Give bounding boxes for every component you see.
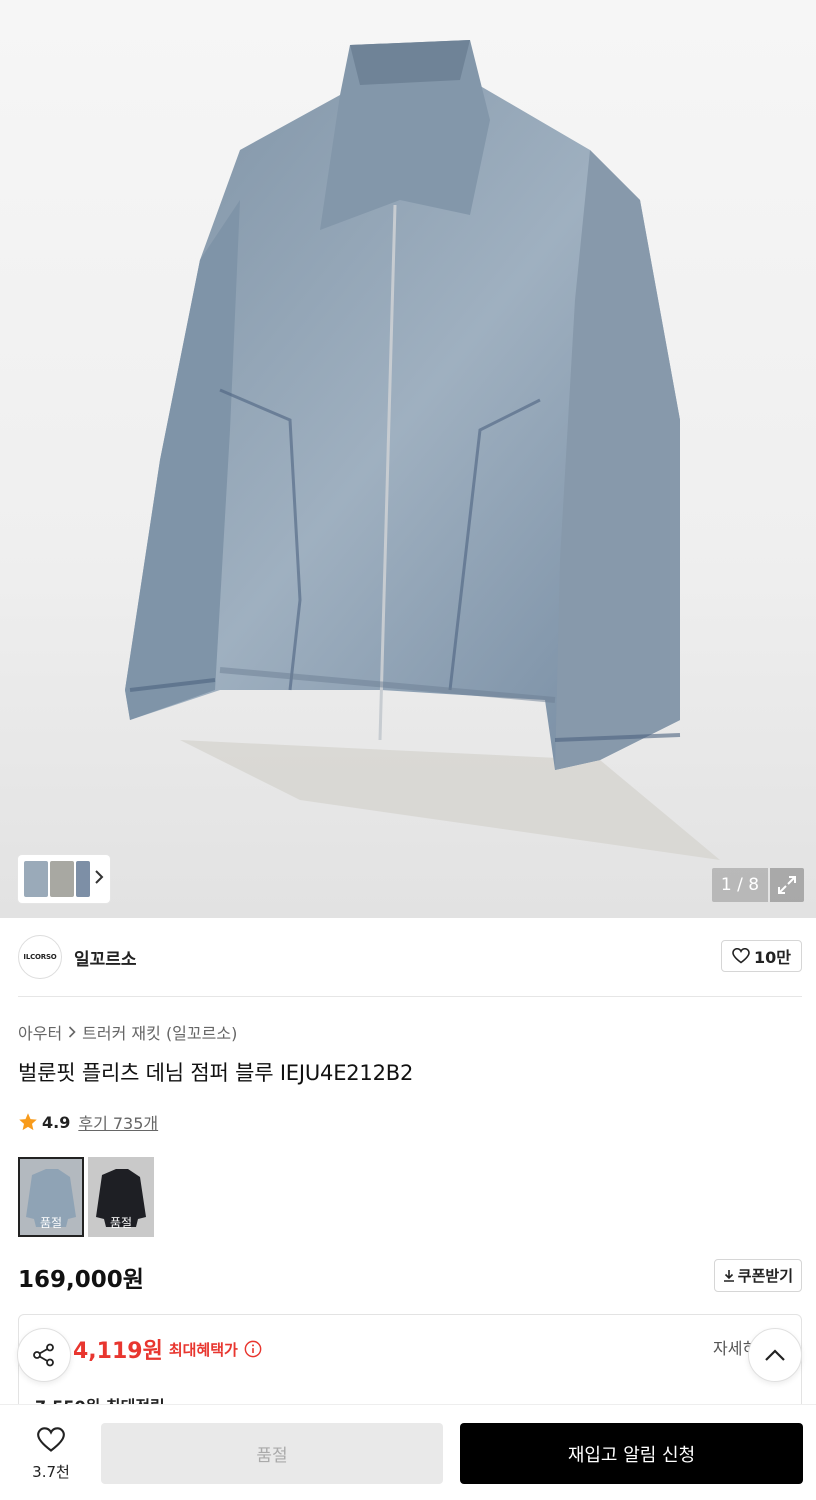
option-sold-label: 품절 <box>39 1216 63 1230</box>
heart-icon <box>732 948 750 964</box>
product-title: 벌룬핏 플리츠 데님 점퍼 블루 IEJU4E212B2 <box>18 1061 414 1085</box>
option-blue[interactable]: 품절 <box>18 1157 84 1237</box>
divider <box>18 996 802 997</box>
coupon-label: 쿠폰받기 <box>737 1267 793 1285</box>
chevron-right-icon[interactable] <box>94 869 104 888</box>
info-icon[interactable] <box>244 1340 262 1358</box>
wishlist-count: 3.7천 <box>32 1463 70 1481</box>
brand-like-button[interactable]: 10만 <box>721 940 802 972</box>
download-icon <box>723 1270 734 1282</box>
brand-name[interactable]: 일꼬르소 <box>74 945 137 970</box>
brand-row[interactable]: ILCORSO 일꼬르소 10만 <box>18 934 802 980</box>
coupon-button[interactable]: 쿠폰받기 <box>713 1259 802 1292</box>
color-options: 품절 품절 <box>18 1157 154 1237</box>
thumbnail-back[interactable] <box>76 861 90 897</box>
thumbnail-strip[interactable] <box>18 855 110 903</box>
brand-logo[interactable]: ILCORSO <box>18 935 62 979</box>
thumbnail-front[interactable] <box>24 861 48 897</box>
chevron-up-icon <box>765 1349 785 1361</box>
chevron-right-icon <box>69 1026 76 1038</box>
max-benefit-label: 최대혜택가 <box>168 1340 238 1359</box>
share-button[interactable] <box>17 1328 71 1382</box>
breadcrumb-category[interactable]: 아우터 <box>18 1020 62 1044</box>
expand-icon[interactable] <box>770 868 804 902</box>
thumbnail-detail[interactable] <box>50 861 74 897</box>
share-icon <box>33 1343 54 1367</box>
image-pager: 1 / 8 <box>712 868 768 902</box>
sold-out-button[interactable]: 품절 <box>101 1423 443 1484</box>
breadcrumb: 아우터 트러커 재킷 (일꼬르소) <box>18 1020 237 1044</box>
scroll-top-button[interactable] <box>748 1328 802 1382</box>
option-sold-label: 품절 <box>109 1216 133 1230</box>
rating-row: 4.9 후기 735개 <box>18 1110 158 1134</box>
brand-like-count: 10만 <box>754 948 791 967</box>
reviews-link[interactable]: 후기 735개 <box>78 1110 158 1134</box>
bottom-action-bar: 3.7천 품절 재입고 알림 신청 <box>0 1404 816 1500</box>
product-main-image <box>125 40 720 860</box>
wishlist-button[interactable]: 3.7천 <box>22 1427 80 1482</box>
max-benefit-amount: 4,119원 <box>73 1339 163 1364</box>
product-image-gallery[interactable]: 1 / 8 <box>0 0 816 918</box>
product-price: 169,000원 <box>18 1267 144 1293</box>
option-black[interactable]: 품절 <box>88 1157 154 1237</box>
heart-icon <box>37 1427 65 1452</box>
rating-score: 4.9 <box>42 1112 71 1132</box>
restock-alert-button[interactable]: 재입고 알림 신청 <box>460 1423 803 1484</box>
max-benefit-row: 4,119원 최대혜택가 <box>73 1333 262 1365</box>
star-icon <box>19 1113 37 1131</box>
breadcrumb-subcategory[interactable]: 트러커 재킷 (일꼬르소) <box>82 1020 237 1044</box>
